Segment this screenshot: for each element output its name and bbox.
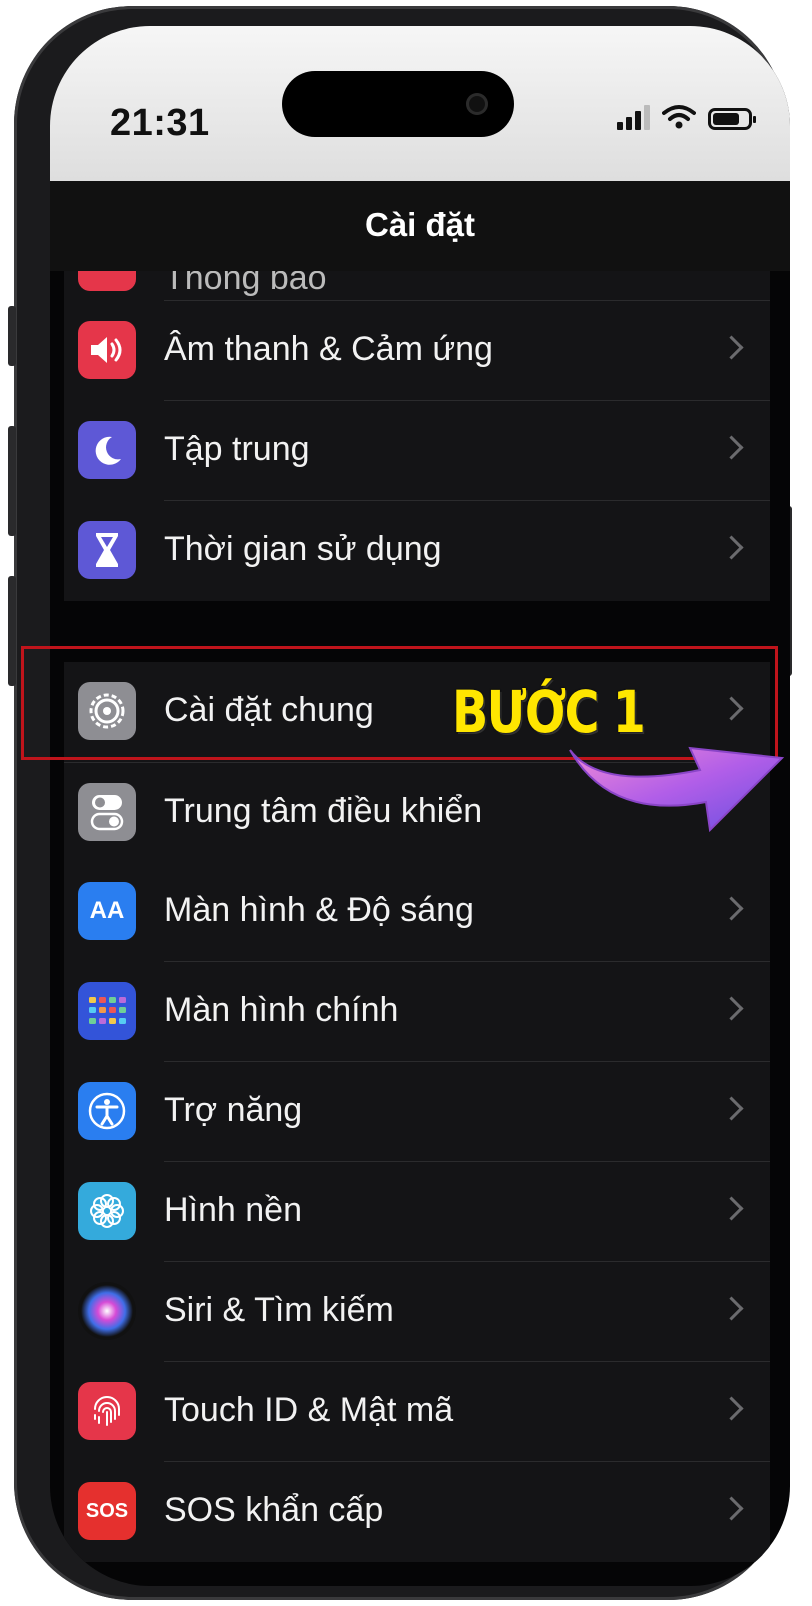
- flower-icon: [78, 1182, 136, 1240]
- settings-item-label: Thời gian sử dụng: [164, 530, 442, 568]
- settings-item-label: SOS khẩn cấp: [164, 1491, 384, 1529]
- settings-item-label: Trung tâm điều khiển: [164, 792, 483, 830]
- settings-item-label: Trợ năng: [164, 1091, 303, 1129]
- status-time: 21:31: [110, 102, 210, 144]
- camera-icon: [466, 93, 488, 115]
- volume-down-button: [8, 576, 16, 686]
- speaker-icon: [78, 321, 136, 379]
- toggles-icon: [78, 783, 136, 841]
- settings-item-sounds[interactable]: Âm thanh & Cảm ứng: [64, 301, 770, 401]
- siri-icon: [78, 1282, 136, 1340]
- fingerprint-icon: [78, 1382, 136, 1440]
- status-icons: [617, 104, 756, 130]
- home-grid-icon: [78, 982, 136, 1040]
- chevron-right-icon: [719, 1196, 744, 1221]
- chevron-right-icon: [719, 535, 744, 560]
- chevron-right-icon: [719, 335, 744, 360]
- moon-icon: [78, 421, 136, 479]
- settings-item-label: Âm thanh & Cảm ứng: [164, 330, 493, 368]
- settings-item-focus[interactable]: Tập trung: [64, 401, 770, 501]
- chevron-right-icon: [719, 435, 744, 460]
- accessibility-icon: [78, 1082, 136, 1140]
- wifi-icon: [662, 105, 696, 129]
- settings-item-home-screen[interactable]: Màn hình chính: [64, 962, 770, 1062]
- settings-item-wallpaper[interactable]: Hình nền: [64, 1162, 770, 1262]
- settings-item-touch-id[interactable]: Touch ID & Mật mã: [64, 1362, 770, 1462]
- settings-item-emergency-sos[interactable]: SOS SOS khẩn cấp: [64, 1462, 770, 1562]
- chevron-right-icon: [719, 996, 744, 1021]
- settings-item-label: Siri & Tìm kiếm: [164, 1291, 394, 1329]
- settings-item-label: Màn hình & Độ sáng: [164, 891, 474, 929]
- pointer-arrow-icon: [569, 746, 785, 833]
- settings-item-screen-time[interactable]: Thời gian sử dụng: [64, 501, 770, 601]
- page-title-text: Cài đặt: [364, 206, 476, 243]
- chevron-right-icon: [719, 1096, 744, 1121]
- settings-item-display[interactable]: AA Màn hình & Độ sáng: [64, 862, 770, 962]
- hourglass-icon: [78, 521, 136, 579]
- chevron-right-icon: [719, 1296, 744, 1321]
- settings-item-label: Touch ID & Mật mã: [164, 1391, 454, 1429]
- settings-item-label: Hình nền: [164, 1191, 302, 1229]
- sos-icon: SOS: [78, 1482, 136, 1540]
- dynamic-island: [282, 71, 514, 137]
- cellular-signal-icon: [617, 104, 650, 130]
- settings-item-label: Màn hình chính: [164, 991, 399, 1029]
- action-button: [8, 306, 16, 366]
- chevron-right-icon: [719, 896, 744, 921]
- settings-item-accessibility[interactable]: Trợ năng: [64, 1062, 770, 1162]
- settings-item-label: Tập trung: [164, 430, 310, 468]
- settings-item-siri[interactable]: Siri & Tìm kiếm: [64, 1262, 770, 1362]
- chevron-right-icon: [719, 1396, 744, 1421]
- status-bar: 21:31: [50, 26, 790, 181]
- volume-up-button: [8, 426, 16, 536]
- chevron-right-icon: [719, 1496, 744, 1521]
- battery-icon: [708, 108, 756, 130]
- nav-bar-cover: Cài đặt: [50, 181, 790, 271]
- text-size-icon: AA: [78, 882, 136, 940]
